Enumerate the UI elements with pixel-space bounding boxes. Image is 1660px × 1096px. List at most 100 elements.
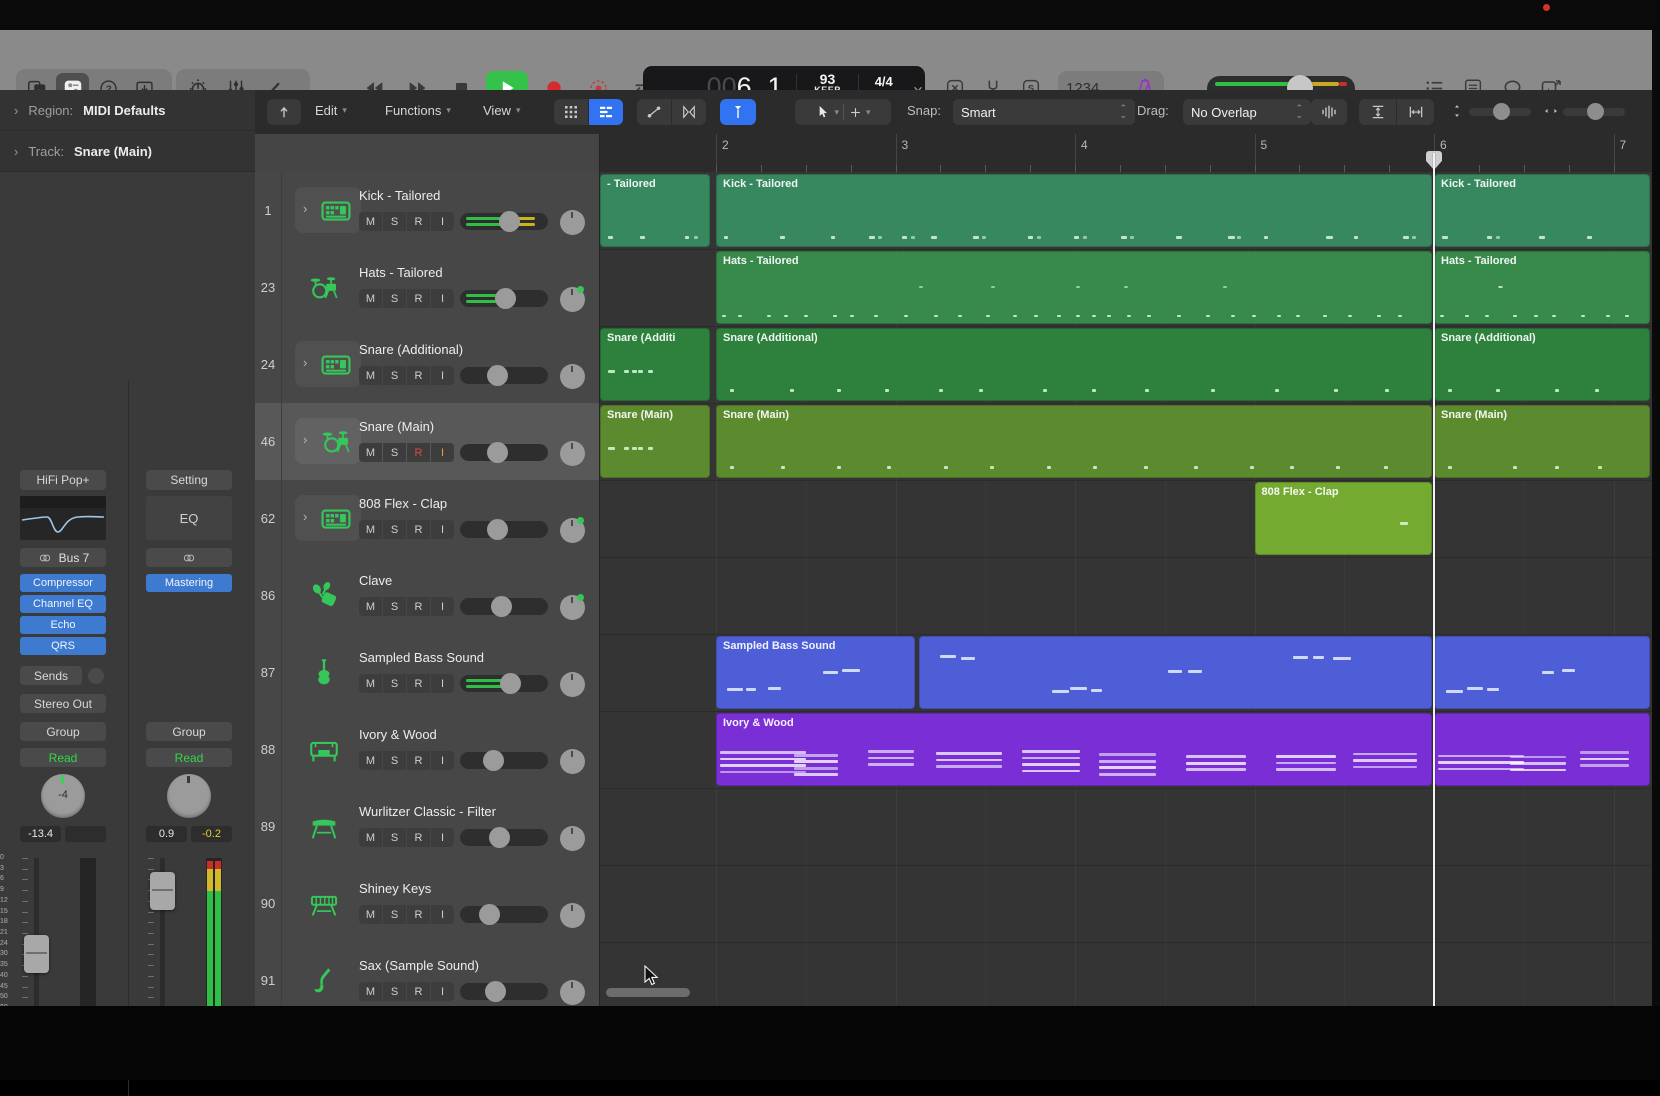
track-volume-slider[interactable] (460, 444, 548, 461)
plugin-slot[interactable]: Mastering (146, 574, 232, 592)
track-header-row[interactable]: 87Sampled Bass SoundMSRI (255, 634, 600, 712)
track-volume-knob[interactable] (500, 673, 521, 694)
track-m-button[interactable]: M (359, 443, 382, 462)
track-volume-knob[interactable] (483, 750, 504, 771)
plugin-slot[interactable]: Compressor (20, 574, 106, 592)
track-volume-slider[interactable] (460, 906, 548, 923)
track-i-button[interactable]: I (431, 520, 454, 539)
track-header-row[interactable]: 1›Kick - TailoredMSRI (255, 172, 600, 250)
track-pan-knob[interactable] (560, 672, 585, 697)
track-header-row[interactable]: 86ClaveMSRI (255, 557, 600, 635)
plugin-slot[interactable]: QRS (20, 637, 106, 655)
channel-setting-button[interactable]: Setting (146, 470, 232, 490)
track-volume-slider[interactable] (460, 983, 548, 1000)
horizontal-zoom-knob[interactable] (1587, 103, 1604, 120)
track-volume-slider[interactable] (460, 521, 548, 538)
track-volume-knob[interactable] (485, 981, 506, 1002)
track-header-row[interactable]: 46›Snare (Main)MSRI (255, 403, 600, 481)
send-knob[interactable] (88, 668, 104, 684)
track-inspector-header[interactable]: › Track: Snare (Main) (0, 131, 255, 172)
track-s-button[interactable]: S (383, 597, 406, 616)
drag-dropdown[interactable]: No Overlap ⌃⌄ (1183, 99, 1311, 125)
track-r-button[interactable]: R (407, 828, 430, 847)
track-volume-knob[interactable] (491, 596, 512, 617)
catch-playhead-button[interactable] (720, 99, 756, 125)
eq-button[interactable]: EQ (146, 496, 232, 540)
midi-region[interactable]: Ivory & Wood (716, 713, 1432, 786)
midi-region[interactable]: Kick - Tailored (1434, 174, 1650, 247)
track-pan-knob[interactable] (560, 210, 585, 235)
flex-button[interactable] (672, 99, 706, 125)
disclosure-icon[interactable]: › (303, 201, 307, 216)
track-m-button[interactable]: M (359, 520, 382, 539)
automation-mode-button[interactable]: Read (146, 748, 232, 767)
snap-dropdown[interactable]: Smart ⌃⌄ (953, 99, 1135, 125)
track-i-button[interactable]: I (431, 212, 454, 231)
track-m-button[interactable]: M (359, 674, 382, 693)
track-volume-slider[interactable] (460, 367, 548, 384)
pan-knob[interactable] (167, 774, 211, 818)
track-header-row[interactable]: 24›Snare (Additional)MSRI (255, 326, 600, 404)
vertical-zoom-knob[interactable] (1493, 103, 1510, 120)
midi-region[interactable]: Snare (Additi (600, 328, 710, 401)
track-pan-knob[interactable] (560, 595, 585, 620)
track-volume-knob[interactable] (487, 365, 508, 386)
track-r-button[interactable]: R (407, 674, 430, 693)
eq-thumbnail[interactable] (20, 496, 106, 540)
track-volume-slider[interactable] (460, 675, 548, 692)
track-disclosure-box[interactable]: › (295, 341, 361, 387)
midi-region[interactable]: Hats - Tailored (1434, 251, 1650, 324)
output-button[interactable]: Stereo Out (20, 694, 106, 713)
track-s-button[interactable]: S (383, 905, 406, 924)
track-s-button[interactable]: S (383, 212, 406, 231)
midi-region[interactable] (1434, 713, 1650, 786)
track-disclosure-box[interactable]: › (295, 495, 361, 541)
region-inspector-header[interactable]: › Region: MIDI Defaults (0, 90, 255, 131)
arrange-area[interactable]: - TailoredKick - TailoredKick - Tailored… (600, 172, 1660, 1006)
functions-menu[interactable]: Functions▾ (385, 103, 451, 118)
track-volume-knob[interactable] (479, 904, 500, 925)
track-r-button[interactable]: R (407, 212, 430, 231)
disclosure-icon[interactable]: › (303, 355, 307, 370)
group-button[interactable]: Group (146, 722, 232, 741)
track-s-button[interactable]: S (383, 828, 406, 847)
track-r-button[interactable]: R (407, 597, 430, 616)
midi-region[interactable]: Snare (Main) (1434, 405, 1650, 478)
track-i-button[interactable]: I (431, 905, 454, 924)
track-r-button[interactable]: R (407, 751, 430, 770)
midi-region[interactable]: Kick - Tailored (716, 174, 1432, 247)
vertical-zoom-slider[interactable] (1469, 108, 1531, 116)
track-s-button[interactable]: S (383, 982, 406, 1001)
input-button[interactable] (146, 548, 232, 567)
horizontal-scrollbar[interactable] (606, 988, 690, 997)
track-pan-knob[interactable] (560, 441, 585, 466)
track-m-button[interactable]: M (359, 289, 382, 308)
track-pan-knob[interactable] (560, 826, 585, 851)
nudge-up-button[interactable] (267, 99, 301, 125)
input-button[interactable]: Bus 7 (20, 548, 106, 567)
track-m-button[interactable]: M (359, 751, 382, 770)
midi-region[interactable]: - Tailored (600, 174, 710, 247)
midi-region[interactable]: 808 Flex - Clap (1255, 482, 1433, 555)
track-m-button[interactable]: M (359, 982, 382, 1001)
track-volume-knob[interactable] (495, 288, 516, 309)
pan-knob[interactable]: -4 (41, 774, 85, 818)
track-volume-slider[interactable] (460, 213, 548, 230)
track-pan-knob[interactable] (560, 287, 585, 312)
track-disclosure-box[interactable]: › (295, 418, 361, 464)
disclosure-icon[interactable]: › (303, 509, 307, 524)
bar-ruler[interactable]: 234567 (600, 134, 1660, 173)
track-volume-knob[interactable] (489, 827, 510, 848)
midi-region[interactable] (1434, 636, 1650, 709)
midi-region[interactable]: Sampled Bass Sound (716, 636, 915, 709)
track-volume-slider[interactable] (460, 752, 548, 769)
track-r-button[interactable]: R (407, 905, 430, 924)
track-i-button[interactable]: I (431, 597, 454, 616)
midi-region[interactable]: Snare (Additional) (1434, 328, 1650, 401)
track-disclosure-box[interactable]: › (295, 187, 361, 233)
track-volume-slider[interactable] (460, 598, 548, 615)
track-pan-knob[interactable] (560, 518, 585, 543)
view-menu[interactable]: View▾ (483, 103, 520, 118)
track-r-button[interactable]: R (407, 289, 430, 308)
plugin-slot[interactable]: Channel EQ (20, 595, 106, 613)
